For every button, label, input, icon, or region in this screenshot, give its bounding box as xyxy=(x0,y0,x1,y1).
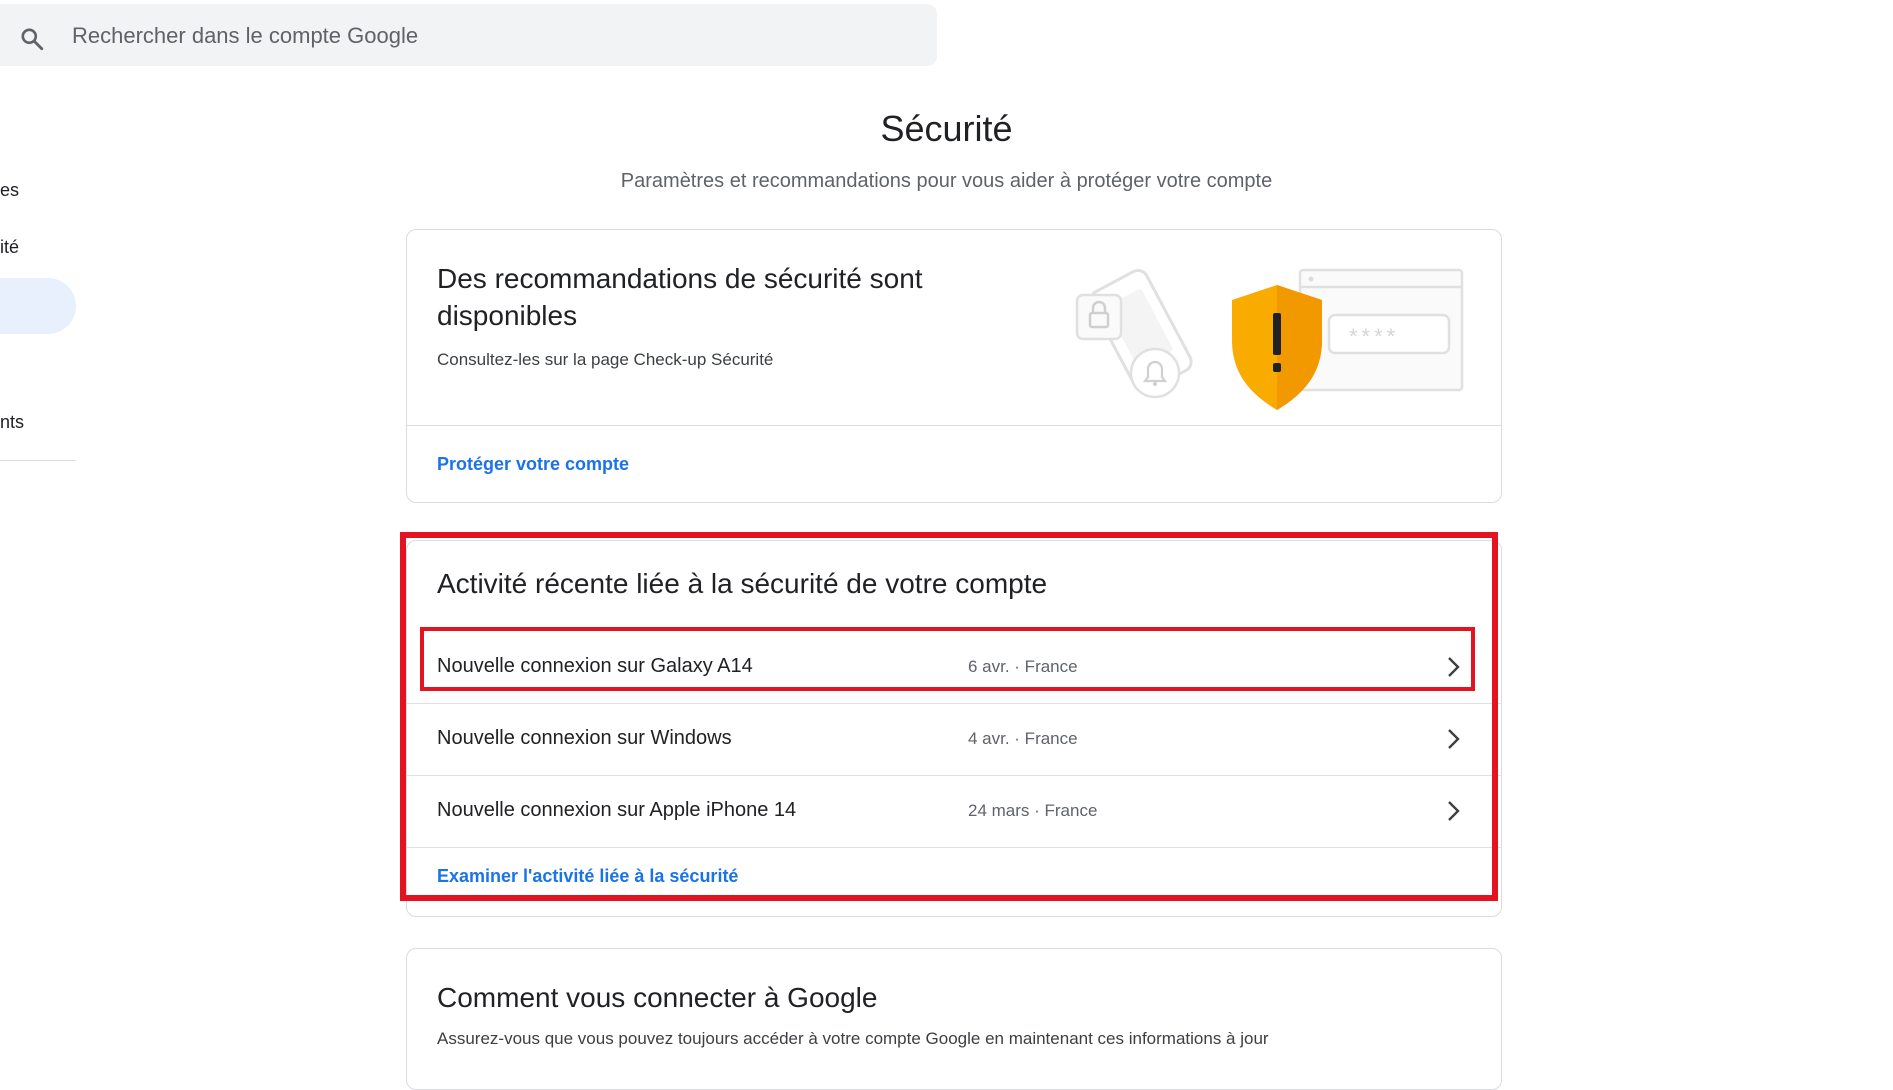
activity-row-label: Nouvelle connexion sur Windows xyxy=(437,727,732,749)
sidebar-item-3[interactable]: nts xyxy=(0,412,24,433)
browser-window-icon: **** xyxy=(1298,268,1464,392)
security-illustration: **** xyxy=(1075,268,1464,410)
recommendations-description: Consultez-les sur la page Check-up Sécur… xyxy=(437,350,774,369)
search-icon[interactable] xyxy=(19,26,45,52)
signin-card-description: Assurez-vous que vous pouvez toujours ac… xyxy=(437,1029,1269,1048)
search-bar xyxy=(0,4,937,66)
signin-methods-card: Comment vous connecter à Google Assurez-… xyxy=(406,948,1502,1090)
lock-icon xyxy=(1075,293,1123,341)
search-input[interactable] xyxy=(70,14,914,58)
activity-row-label: Nouvelle connexion sur Apple iPhone 14 xyxy=(437,799,797,821)
bell-icon xyxy=(1129,347,1181,399)
page-subtitle: Paramètres et recommandations pour vous … xyxy=(620,170,1273,192)
review-security-activity-link[interactable]: Examiner l'activité liée à la sécurité xyxy=(437,866,738,887)
page-title: Sécurité xyxy=(880,108,1013,149)
chevron-right-icon xyxy=(1448,801,1460,821)
signin-card-title: Comment vous connecter à Google xyxy=(437,982,878,1013)
security-recommendations-card: Des recommandations de sécurité sont dis… xyxy=(406,229,1502,503)
activity-row-meta: 24 mars · France xyxy=(968,801,1098,820)
recommendations-title-line2: disponibles xyxy=(437,300,578,331)
activity-row-meta: 6 avr. · France xyxy=(968,657,1078,676)
sidebar-item-security-active[interactable] xyxy=(0,278,76,334)
activity-row-meta: 4 avr. · France xyxy=(968,729,1078,748)
chevron-right-icon xyxy=(1448,657,1460,677)
activity-card-title: Activité récente liée à la sécurité de v… xyxy=(437,568,1048,599)
sidebar-item-2[interactable]: ité xyxy=(0,237,19,258)
activity-row-galaxy-a14[interactable]: Nouvelle connexion sur Galaxy A14 6 avr.… xyxy=(407,631,1501,703)
row-divider xyxy=(407,847,1501,848)
recommendations-title-line1: Des recommandations de sécurité sont xyxy=(437,263,923,294)
chevron-right-icon xyxy=(1448,729,1460,749)
password-mask: **** xyxy=(1349,324,1399,349)
sidebar-divider xyxy=(0,460,76,461)
activity-row-windows[interactable]: Nouvelle connexion sur Windows 4 avr. · … xyxy=(407,703,1501,775)
activity-row-iphone-14[interactable]: Nouvelle connexion sur Apple iPhone 14 2… xyxy=(407,775,1501,847)
protect-account-link[interactable]: Protéger votre compte xyxy=(437,454,629,475)
card-divider xyxy=(407,425,1501,426)
recent-security-activity-card: Activité récente liée à la sécurité de v… xyxy=(406,540,1502,917)
activity-row-label: Nouvelle connexion sur Galaxy A14 xyxy=(437,655,753,677)
